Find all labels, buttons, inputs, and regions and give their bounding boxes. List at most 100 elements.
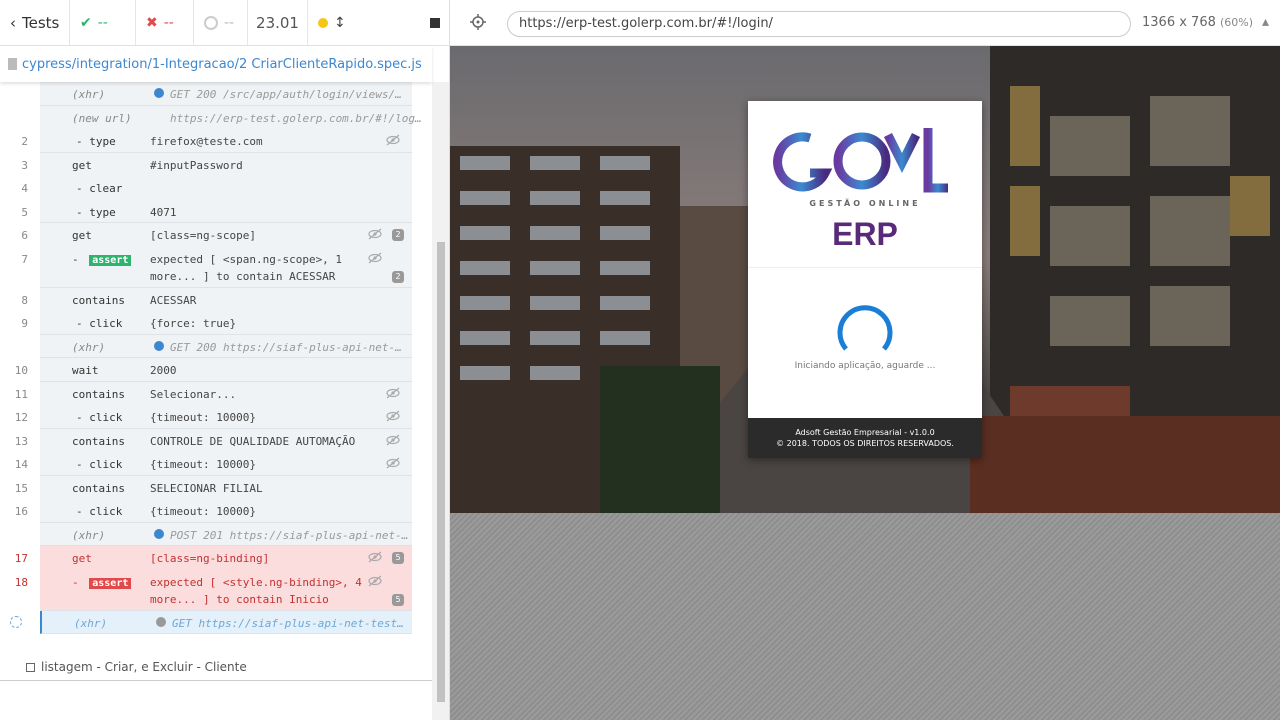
command-message: Selecionar...	[150, 387, 237, 401]
command-name: - assert	[72, 253, 132, 266]
command-row[interactable]: 17 get [class=ng-binding] 5	[15, 546, 412, 570]
passed-value: --	[97, 14, 108, 31]
run-controls: ↕	[308, 0, 449, 46]
x-icon: ✖	[146, 14, 158, 31]
file-icon	[8, 58, 17, 70]
command-message: GET 200 /src/app/auth/login/views/…	[170, 88, 402, 101]
command-number: 13	[14, 434, 28, 448]
command-name: - click	[76, 317, 123, 330]
command-row[interactable]: 5 - type 4071	[21, 200, 412, 223]
command-message: {timeout: 10000}	[150, 505, 256, 518]
hidden-element-icon	[368, 252, 382, 264]
command-name: - clear	[76, 182, 123, 195]
viewport-scale: (60%)	[1220, 16, 1254, 29]
command-number: 4	[21, 182, 28, 195]
duration: 23.01	[248, 0, 308, 46]
reporter-panel: ‹ Tests ✔ -- ✖ -- -- 23.01 ↕ cypress/int…	[0, 0, 450, 720]
command-log: (xhr) GET 200 /src/app/auth/login/views/……	[0, 82, 432, 680]
command-message: POST 201 https://siaf-plus-api-net-…	[170, 528, 409, 542]
tests-button[interactable]: ‹ Tests	[0, 0, 70, 46]
command-number: 15	[14, 481, 28, 495]
command-number: 3	[21, 158, 28, 172]
stop-button[interactable]	[430, 17, 440, 28]
command-row[interactable]: 13 contains CONTROLE DE QUALIDADE AUTOMAÇÃ…	[15, 429, 412, 453]
command-row[interactable]: 16 - click {timeout: 10000}	[15, 499, 412, 523]
command-row[interactable]: 15 contains SELECIONAR FILIAL	[15, 476, 412, 500]
command-name: get	[72, 229, 92, 242]
command-row[interactable]: (xhr) GET 200 https://siaf-plus-api-net-…	[40, 335, 412, 358]
command-row[interactable]: 14 - click {timeout: 10000}	[15, 452, 412, 476]
hidden-element-icon	[368, 228, 382, 240]
hidden-element-icon	[386, 134, 400, 146]
command-name: - click	[76, 505, 123, 518]
hidden-element-icon	[386, 410, 400, 422]
assert-label: assert	[89, 254, 132, 266]
hidden-element-icon	[386, 434, 400, 446]
command-number: 17	[14, 552, 28, 565]
command-row[interactable]: 18 - assert expected [ <style.ng-binding>,…	[15, 569, 412, 611]
command-number: 9	[21, 317, 28, 330]
command-message: [class=ng-scope]	[150, 229, 256, 242]
command-name: - type	[76, 205, 116, 219]
command-row[interactable]: 11 contains Selecionar...	[15, 382, 412, 406]
element-count-badge: 5	[392, 552, 404, 564]
footer-version: Adsoft Gestão Empresarial - v1.0.0	[795, 428, 935, 437]
divider	[748, 267, 982, 268]
command-message: {timeout: 10000}	[150, 411, 256, 424]
command-row[interactable]: 6 get [class=ng-scope] 2	[21, 223, 412, 247]
command-row[interactable]: 8 contains ACESSAR	[21, 288, 412, 312]
hidden-element-icon	[368, 575, 382, 587]
element-count-badge: 5	[392, 593, 404, 606]
pending-spinner-icon	[10, 615, 22, 628]
command-row[interactable]: 9 - click {force: true}	[21, 311, 412, 335]
command-message: CONTROLE DE QUALIDADE AUTOMAÇÃO	[150, 434, 356, 448]
divider	[0, 680, 432, 681]
command-name: contains	[72, 481, 125, 495]
aut-stage: GESTÃO ONLINE ERP Iniciando aplicação, a…	[450, 46, 1280, 720]
command-row[interactable]: 2 - type firefox@teste.com	[21, 129, 412, 153]
auto-scroll-icon[interactable]: ↕	[334, 15, 346, 31]
element-count-badge: 2	[392, 229, 404, 241]
command-row[interactable]: 10 wait 2000	[15, 358, 412, 382]
test-title: listagem - Criar, e Excluir - Cliente	[41, 660, 247, 674]
cypress-runner: ‹ Tests ✔ -- ✖ -- -- 23.01 ↕ cypress/int…	[0, 0, 1280, 720]
command-row[interactable]: 3 get #inputPassword	[21, 153, 412, 177]
erp-title: ERP	[832, 216, 898, 252]
login-card: GESTÃO ONLINE ERP Iniciando aplicação, a…	[748, 101, 982, 458]
command-row[interactable]: (xhr) GET 200 /src/app/auth/login/views/…	[40, 82, 412, 106]
command-row[interactable]: (new url) https://erp-test.golerp.com.br/…	[40, 106, 422, 130]
command-name: - click	[76, 458, 123, 471]
command-row[interactable]: 7 - assert expected [ <span.ng-scope>, 1 m…	[21, 247, 412, 288]
url-input[interactable]: https://erp-test.golerp.com.br/#!/login/	[507, 11, 1131, 37]
command-name: (xhr)	[72, 88, 106, 101]
info-icon[interactable]: ▴	[1262, 14, 1269, 30]
viewport-size: 1366 x 768	[1142, 15, 1216, 30]
command-message: https://erp-test.golerp.com.br/#!/log…	[170, 111, 422, 125]
chevron-left-icon: ‹	[10, 13, 16, 32]
assert-label: assert	[89, 577, 132, 589]
loading-text: Iniciando aplicação, aguarde ...	[794, 361, 936, 371]
command-message: ACESSAR	[150, 293, 197, 307]
scrollbar[interactable]	[432, 82, 449, 720]
scrollbar-thumb[interactable]	[437, 242, 445, 702]
login-footer: Adsoft Gestão Empresarial - v1.0.0 © 201…	[748, 418, 982, 458]
command-row[interactable]: 12 - click {timeout: 10000}	[15, 405, 412, 429]
spec-path-link[interactable]: cypress/integration/1-Integracao/2 Criar…	[22, 57, 422, 72]
hidden-element-icon	[368, 551, 382, 563]
command-number: 7	[21, 252, 28, 266]
command-number: 11	[14, 387, 28, 401]
command-number: 12	[14, 411, 28, 424]
test-item[interactable]: listagem - Criar, e Excluir - Cliente	[26, 660, 247, 674]
command-row[interactable]: 4 - clear	[21, 176, 412, 200]
running-indicator-icon	[318, 17, 328, 28]
pending-count: --	[194, 0, 248, 46]
command-row[interactable]: (xhr) POST 201 https://siaf-plus-api-net-…	[40, 523, 412, 546]
selector-playground-icon[interactable]	[470, 14, 486, 30]
command-message: {force: true}	[150, 317, 237, 330]
command-message: {timeout: 10000}	[150, 458, 256, 471]
command-name: - assert	[72, 576, 132, 589]
command-number: 6	[21, 229, 28, 242]
command-name: (new url)	[72, 111, 132, 125]
command-row[interactable]: (xhr) GET https://siaf-plus-api-net-test…	[10, 610, 412, 634]
aut-header: https://erp-test.golerp.com.br/#!/login/…	[450, 0, 1280, 46]
